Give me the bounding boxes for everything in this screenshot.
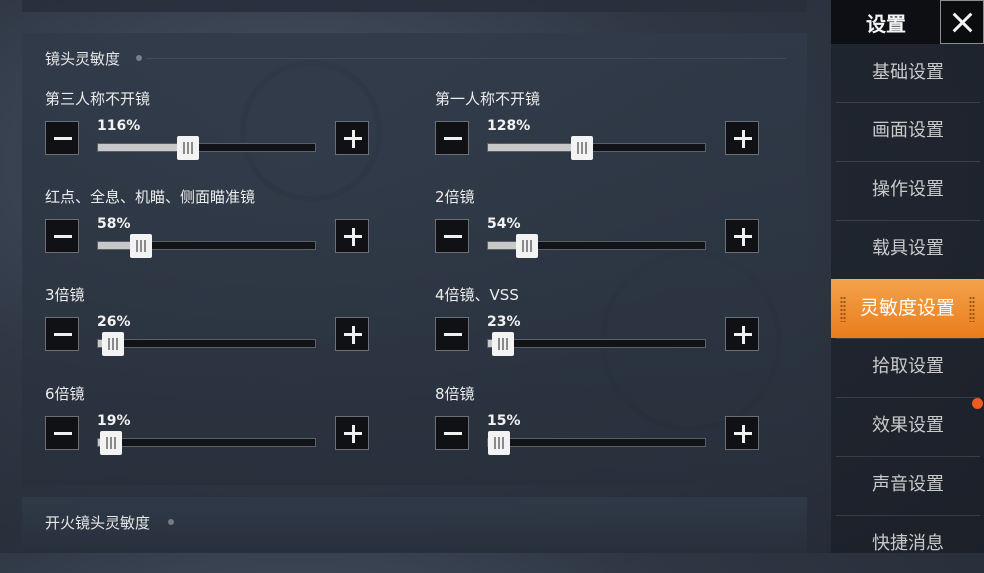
sidebar-divider xyxy=(836,161,980,162)
slider-track[interactable] xyxy=(487,431,706,455)
sidebar-divider xyxy=(836,279,980,280)
slider-label: 第一人称不开镜 xyxy=(435,90,541,108)
slider-thumb[interactable] xyxy=(177,136,199,160)
slider-thumb[interactable] xyxy=(516,234,538,258)
slider-fill xyxy=(488,144,582,151)
slider-track[interactable] xyxy=(97,234,316,258)
slider-value: 58% xyxy=(97,216,131,232)
slider-label: 第三人称不开镜 xyxy=(45,90,151,108)
slider-thumb[interactable] xyxy=(488,431,510,455)
grip-icon xyxy=(840,296,846,322)
sidebar-item[interactable]: 拾取设置 xyxy=(836,338,980,396)
sidebar-item[interactable]: 载具设置 xyxy=(836,220,980,278)
slider-label: 2倍镜 xyxy=(435,188,475,206)
sidebar-item[interactable]: 快捷消息 xyxy=(836,515,980,573)
section-title: 镜头灵敏度 xyxy=(45,50,121,68)
previous-section-panel xyxy=(22,0,807,12)
slider-track[interactable] xyxy=(97,431,316,455)
increase-button[interactable] xyxy=(335,416,369,450)
close-button[interactable] xyxy=(940,0,984,44)
slider-label: 8倍镜 xyxy=(435,385,475,403)
sidebar-divider xyxy=(836,220,980,221)
sidebar-item-sensitivity-active[interactable]: 灵敏度设置 xyxy=(831,279,984,338)
increase-button[interactable] xyxy=(335,121,369,155)
decrease-button[interactable] xyxy=(45,121,79,155)
sidebar-item-label: 灵敏度设置 xyxy=(859,297,955,319)
decrease-button[interactable] xyxy=(45,317,79,351)
slider-thumb[interactable] xyxy=(102,332,124,356)
increase-button[interactable] xyxy=(725,317,759,351)
decrease-button[interactable] xyxy=(435,317,469,351)
slider-thumb[interactable] xyxy=(130,234,152,258)
notification-dot xyxy=(972,398,983,409)
fire-section-title-dot xyxy=(168,519,174,525)
fire-section-title: 开火镜头灵敏度 xyxy=(45,514,151,532)
sidebar-divider xyxy=(836,456,980,457)
slider-value: 26% xyxy=(97,314,131,330)
fire-sensitivity-panel: 开火镜头灵敏度 xyxy=(22,497,807,553)
slider-track[interactable] xyxy=(97,332,316,356)
slider-thumb[interactable] xyxy=(571,136,593,160)
slider-label: 4倍镜、VSS xyxy=(435,286,519,304)
section-title-dot xyxy=(136,55,142,61)
settings-title: 设置 xyxy=(866,12,906,36)
increase-button[interactable] xyxy=(725,416,759,450)
slider-track[interactable] xyxy=(97,136,316,160)
sidebar-item[interactable]: 画面设置 xyxy=(836,102,980,160)
decrease-button[interactable] xyxy=(435,416,469,450)
slider-thumb[interactable] xyxy=(100,431,122,455)
decrease-button[interactable] xyxy=(45,416,79,450)
slider-label: 红点、全息、机瞄、侧面瞄准镜 xyxy=(45,188,256,206)
sidebar-divider xyxy=(836,338,980,339)
slider-track[interactable] xyxy=(487,332,706,356)
decrease-button[interactable] xyxy=(435,219,469,253)
sidebar-item[interactable]: 基础设置 xyxy=(836,44,980,102)
slider-value: 23% xyxy=(487,314,521,330)
sidebar-divider xyxy=(836,515,980,516)
slider-track[interactable] xyxy=(487,136,706,160)
slider-value: 19% xyxy=(97,413,131,429)
sidebar-item[interactable]: 效果设置 xyxy=(836,397,980,455)
sidebar-item[interactable]: 操作设置 xyxy=(836,161,980,219)
slider-thumb[interactable] xyxy=(492,332,514,356)
slider-value: 15% xyxy=(487,413,521,429)
slider-value: 128% xyxy=(487,118,531,134)
increase-button[interactable] xyxy=(725,121,759,155)
decrease-button[interactable] xyxy=(45,219,79,253)
sidebar-divider xyxy=(836,102,980,103)
increase-button[interactable] xyxy=(335,317,369,351)
slider-track[interactable] xyxy=(487,234,706,258)
slider-label: 3倍镜 xyxy=(45,286,85,304)
section-divider xyxy=(146,58,786,59)
slider-value: 54% xyxy=(487,216,521,232)
increase-button[interactable] xyxy=(725,219,759,253)
sidebar-divider xyxy=(836,397,980,398)
slider-fill xyxy=(98,144,188,151)
slider-value: 116% xyxy=(97,118,141,134)
grip-icon xyxy=(969,296,975,322)
sidebar-item[interactable]: 声音设置 xyxy=(836,456,980,514)
slider-label: 6倍镜 xyxy=(45,385,85,403)
decrease-button[interactable] xyxy=(435,121,469,155)
increase-button[interactable] xyxy=(335,219,369,253)
